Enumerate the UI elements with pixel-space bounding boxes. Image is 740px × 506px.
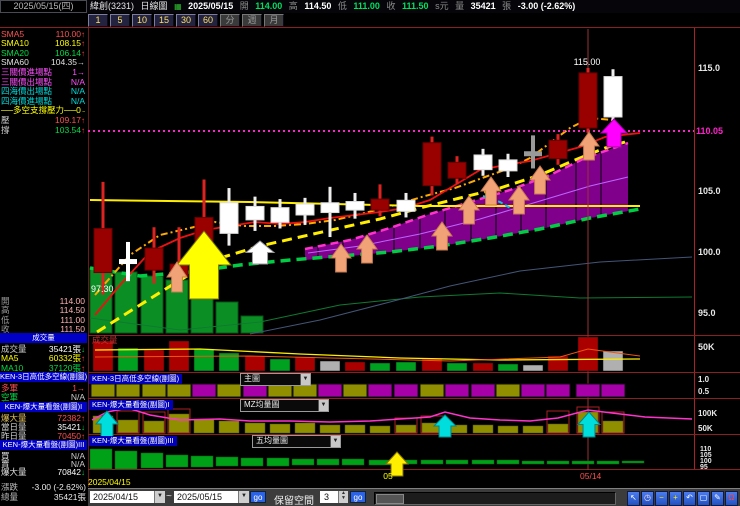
app-window: 2025/05/15(四) 緯創(3231) 日線圖 ▦ 2025/05/15 … <box>0 0 740 506</box>
svg-text:1.0: 1.0 <box>698 375 710 384</box>
keep-space-label: 保留空間 <box>274 496 314 506</box>
bottom-toolbar: 2025/04/15 ▼ ~ 2025/05/15 ▼ go 保留空間 3 ▲ ▼ go… <box>88 488 740 506</box>
panel2-header: KEN-3日高低多空線(副圖) <box>89 373 183 384</box>
main-chart-svg[interactable]: 115.0 105.0 100.0 95.0 110.05 115.00 97.30 50K 1… <box>0 0 740 506</box>
svg-text:115.0: 115.0 <box>698 63 720 73</box>
svg-text:2025/04/15: 2025/04/15 <box>88 477 131 487</box>
svg-text:05: 05 <box>383 471 393 481</box>
chevron-down-icon[interactable]: ▼ <box>238 491 249 503</box>
pencil-icon[interactable]: ✎ <box>711 491 724 506</box>
go-button-2[interactable]: go <box>350 491 366 503</box>
svg-text:115.00: 115.00 <box>574 57 601 67</box>
alarm-bell-icon[interactable]: Ω <box>725 491 738 506</box>
svg-text:105.0: 105.0 <box>698 186 721 196</box>
keep-space-stepper[interactable]: 3 ▲ ▼ <box>320 491 348 503</box>
svg-text:95.0: 95.0 <box>698 308 716 318</box>
tool-icon-row: ↖ ◷ − + ↶ ▢ ✎ Ω <box>627 491 738 506</box>
volume-panel-title: 成交量 <box>92 335 118 345</box>
panel4-source-combo[interactable]: 五均量圖 ▼ <box>252 435 341 448</box>
svg-text:110.05: 110.05 <box>696 126 723 136</box>
go-button[interactable]: go <box>250 491 266 503</box>
panel3-header: KEN-爆大量看盤(副圖)I <box>89 399 173 410</box>
svg-text:100K: 100K <box>698 409 717 418</box>
combo-dropdown-icon[interactable]: ▼ <box>300 374 310 385</box>
date-start-input[interactable]: 2025/04/15 ▼ <box>90 491 165 503</box>
panel2-source-combo[interactable]: 主圖 ▼ <box>240 373 311 386</box>
zoom-in-icon[interactable]: + <box>669 491 682 506</box>
svg-text:0.5: 0.5 <box>698 387 710 396</box>
svg-text:95: 95 <box>700 464 708 471</box>
svg-text:97.30: 97.30 <box>91 284 114 294</box>
stepper-arrows-icon[interactable]: ▲ ▼ <box>338 491 348 503</box>
selection-box-icon[interactable]: ▢ <box>697 491 710 506</box>
svg-text:50K: 50K <box>698 424 713 433</box>
panel3-source-combo[interactable]: MZ均量圖 ▼ <box>240 399 329 412</box>
svg-text:05/14: 05/14 <box>580 471 602 481</box>
cursor-icon[interactable]: ↖ <box>627 491 640 506</box>
svg-text:100.0: 100.0 <box>698 247 721 257</box>
clock-icon[interactable]: ◷ <box>641 491 654 506</box>
range-tilde: ~ <box>166 491 172 502</box>
panel4-header: KEN-爆大量看盤(副圖)III <box>89 435 177 446</box>
svg-text:50K: 50K <box>698 342 715 352</box>
chevron-down-icon[interactable]: ▼ <box>154 491 165 503</box>
combo-dropdown-icon[interactable]: ▼ <box>330 436 340 447</box>
undo-icon[interactable]: ↶ <box>683 491 696 506</box>
zoom-out-icon[interactable]: − <box>655 491 668 506</box>
combo-dropdown-icon[interactable]: ▼ <box>318 400 328 411</box>
scrollbar-thumb[interactable] <box>376 494 404 504</box>
date-end-input[interactable]: 2025/05/15 ▼ <box>174 491 249 503</box>
horizontal-scrollbar[interactable] <box>374 492 616 505</box>
